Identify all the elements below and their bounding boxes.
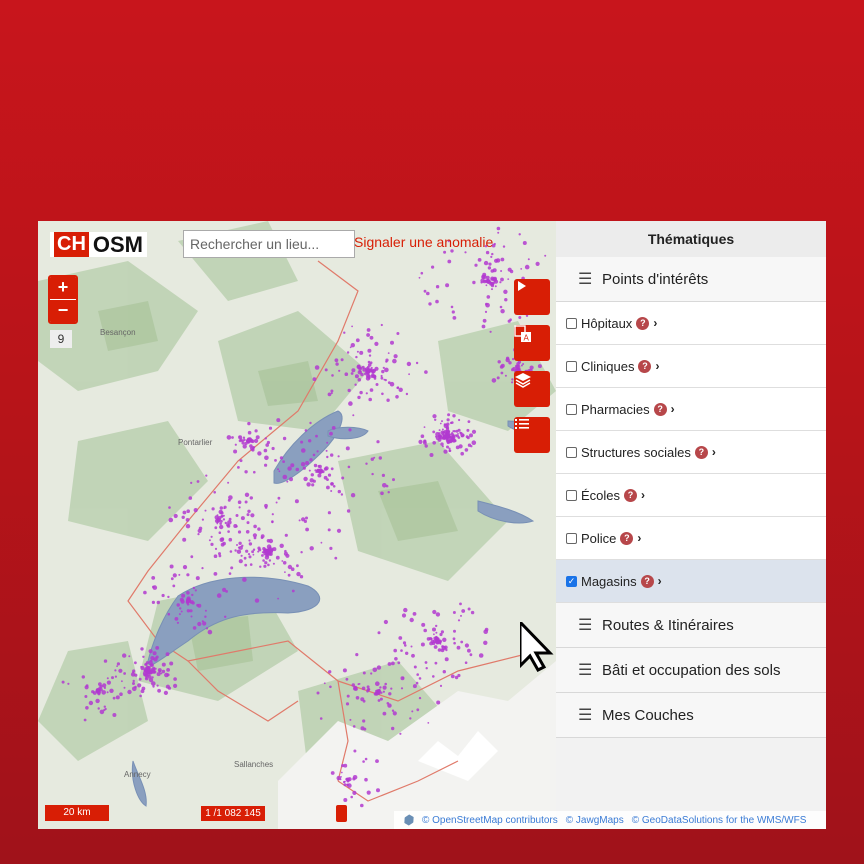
place-label: Annecy [124, 770, 151, 779]
place-label: Pontarlier [178, 438, 213, 447]
list-icon [515, 419, 529, 429]
help-icon[interactable]: ? [624, 488, 638, 502]
play-icon [518, 281, 526, 291]
panel-title: Thématiques [556, 221, 826, 257]
chevron-right-icon[interactable]: › [658, 574, 662, 588]
attribution-jawg[interactable]: © JawgMaps [566, 815, 624, 826]
menu-icon: ☰ [578, 271, 593, 288]
chevron-right-icon[interactable]: › [637, 531, 641, 545]
layer-checkbox[interactable]: ✓ [566, 575, 577, 587]
category-my-layers[interactable]: ☰ Mes Couches [556, 693, 826, 738]
svg-text:A: A [524, 334, 530, 343]
layers-button[interactable] [514, 371, 550, 407]
layer-checkbox[interactable] [566, 403, 577, 415]
category-routes[interactable]: ☰ Routes & Itinéraires [556, 603, 826, 648]
layer-checkbox[interactable] [566, 532, 577, 544]
chevron-right-icon[interactable]: › [712, 445, 716, 459]
map-canvas[interactable]: Besançon Pontarlier Annecy Sallanches [38, 221, 556, 829]
layer-item[interactable]: Pharmacies? › [556, 388, 826, 431]
layer-label: Hôpitaux [581, 315, 633, 331]
app-window: Besançon Pontarlier Annecy Sallanches CH… [38, 221, 826, 829]
chevron-right-icon[interactable]: › [655, 359, 659, 373]
zoom-in-button[interactable]: + [50, 277, 76, 299]
layers-icon [515, 373, 531, 388]
zoom-level-indicator: 9 [50, 330, 72, 348]
help-icon[interactable]: ? [620, 531, 634, 545]
attribution-geodata[interactable]: © GeoDataSolutions for the WMS/WFS [632, 815, 807, 826]
category-label: Routes & Itinéraires [602, 616, 734, 634]
scale-ratio: 1 /1 082 145 [201, 806, 265, 821]
menu-icon: ☰ [578, 617, 593, 634]
play-button[interactable] [514, 279, 550, 315]
place-label: Sallanches [234, 760, 273, 769]
category-points-of-interest[interactable]: ☰ Points d'intérêts [556, 257, 826, 302]
category-label: Points d'intérêts [602, 270, 709, 288]
layer-item[interactable]: Hôpitaux? › [556, 302, 826, 345]
chosm-logo[interactable]: CH OSM [50, 232, 148, 257]
layer-label: Écoles [581, 487, 621, 503]
layer-label: Structures sociales [581, 444, 691, 460]
chevron-right-icon[interactable]: › [641, 488, 645, 502]
place-label: Besançon [100, 328, 136, 337]
geo-hex-icon [402, 813, 416, 827]
layer-checkbox[interactable] [566, 360, 577, 372]
map-attribution: © OpenStreetMap contributors © JawgMaps … [394, 811, 826, 829]
category-label: Mes Couches [602, 706, 694, 724]
help-icon[interactable]: ? [694, 445, 708, 459]
layer-checkbox[interactable] [566, 489, 577, 501]
menu-icon: ☰ [578, 707, 593, 724]
chevron-right-icon[interactable]: › [671, 402, 675, 416]
category-buildings[interactable]: ☰ Bâti et occupation des sols [556, 648, 826, 693]
map-view[interactable]: Besançon Pontarlier Annecy Sallanches CH… [38, 221, 556, 829]
layer-label: Pharmacies [581, 401, 650, 417]
layer-item[interactable]: Écoles? › [556, 474, 826, 517]
logo-osm: OSM [92, 232, 144, 257]
zoom-control: + − [48, 275, 78, 324]
translate-icon: A [514, 325, 531, 343]
help-icon[interactable]: ? [653, 402, 667, 416]
category-label: Bâti et occupation des sols [602, 661, 781, 679]
thematics-panel: Thématiques ☰ Points d'intérêts Hôpitaux… [556, 221, 826, 829]
layer-label: Police [581, 530, 617, 546]
help-icon[interactable]: ? [636, 316, 650, 330]
layer-item[interactable]: Police? › [556, 517, 826, 560]
help-icon[interactable]: ? [638, 359, 652, 373]
menu-icon: ☰ [578, 662, 593, 679]
translate-button[interactable]: A [514, 325, 550, 361]
layer-checkbox[interactable] [566, 446, 577, 458]
layer-item[interactable]: Cliniques? › [556, 345, 826, 388]
layer-item[interactable]: ✓ Magasins? › [556, 560, 826, 603]
search-input[interactable] [183, 230, 355, 258]
layer-checkbox[interactable] [566, 317, 577, 329]
layer-label: Cliniques [581, 358, 635, 374]
help-icon[interactable]: ? [640, 574, 654, 588]
chevron-right-icon[interactable]: › [653, 316, 657, 330]
zoom-out-button[interactable]: − [50, 299, 76, 322]
logo-ch: CH [54, 232, 89, 257]
attribution-osm[interactable]: © OpenStreetMap contributors [422, 815, 558, 826]
mouse-cursor-icon [520, 622, 554, 672]
report-anomaly-link[interactable]: Signaler une anomalie [354, 234, 493, 250]
scale-bar: 20 km [45, 805, 109, 821]
list-button[interactable] [514, 417, 550, 453]
map-handle[interactable] [336, 805, 347, 822]
layer-label: Magasins [581, 573, 637, 589]
layer-item[interactable]: Structures sociales? › [556, 431, 826, 474]
